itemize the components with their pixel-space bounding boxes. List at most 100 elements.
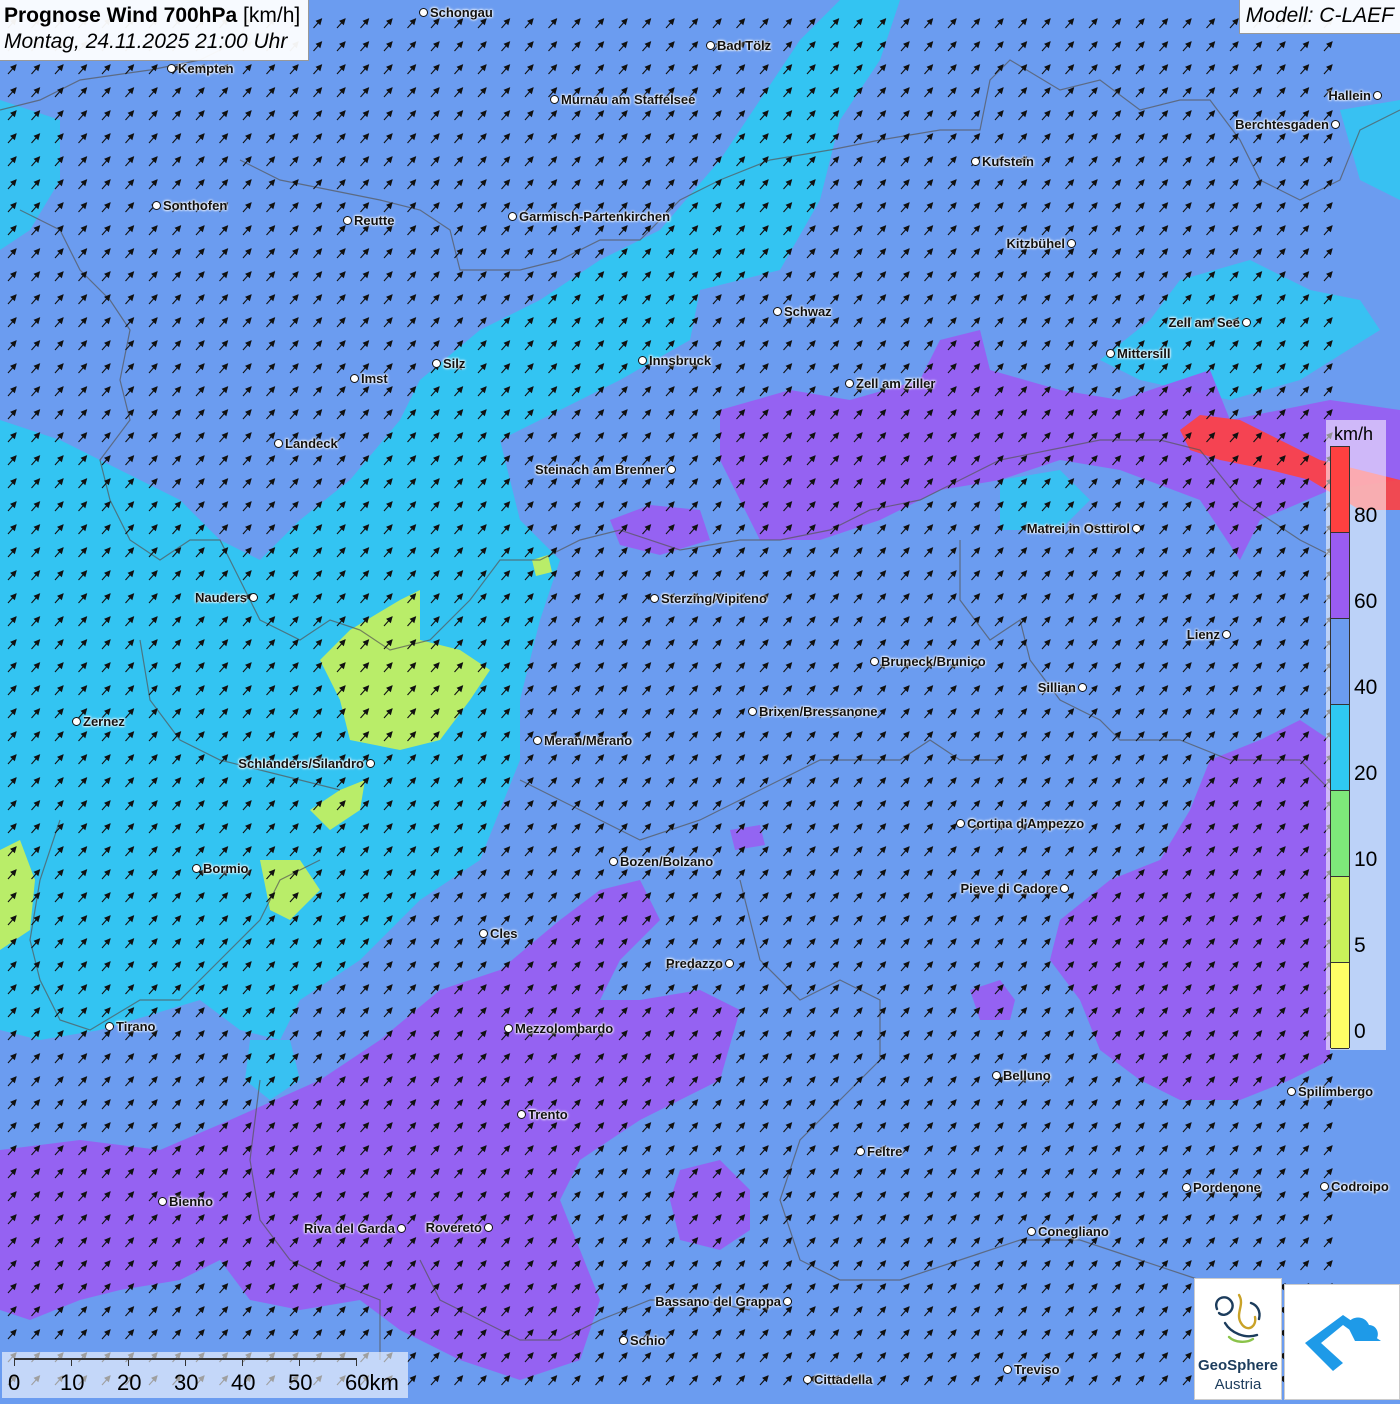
color-legend: km/h 80 60 40 20 10 5 0 bbox=[1326, 420, 1386, 1050]
legend-swatch bbox=[1331, 791, 1349, 877]
geosphere-sub: Austria bbox=[1214, 1376, 1262, 1393]
legend-label: 80 bbox=[1354, 504, 1378, 527]
city-marker-icon bbox=[1331, 120, 1340, 129]
city-label: Rovereto bbox=[424, 1220, 493, 1235]
city-label: Schwaz bbox=[773, 304, 834, 319]
city-marker-icon bbox=[419, 8, 428, 17]
city-marker-icon bbox=[650, 594, 659, 603]
city-name: Sterzing/Vipiteno bbox=[661, 591, 767, 606]
city-marker-icon bbox=[1106, 349, 1115, 358]
city-name: Matrei in Osttirol bbox=[1026, 521, 1130, 536]
legend-label: 10 bbox=[1354, 848, 1378, 871]
city-name: Steinach am Brenner bbox=[534, 462, 665, 477]
city-name: Feltre bbox=[867, 1144, 903, 1159]
city-marker-icon bbox=[992, 1071, 1001, 1080]
scale-label: 40 bbox=[231, 1370, 256, 1395]
city-label: Imst bbox=[350, 371, 390, 386]
legend-label: 20 bbox=[1354, 762, 1378, 785]
city-marker-icon bbox=[550, 95, 559, 104]
city-name: Cittadella bbox=[814, 1372, 873, 1387]
city-name: Sonthofen bbox=[163, 198, 228, 213]
city-marker-icon bbox=[397, 1224, 406, 1233]
city-label: Treviso bbox=[1003, 1362, 1062, 1377]
city-label: Bormio bbox=[192, 861, 251, 876]
city-label: Cles bbox=[479, 926, 519, 941]
city-name: Kitzbühel bbox=[1006, 236, 1066, 251]
city-marker-icon bbox=[479, 929, 488, 938]
city-name: Codroipo bbox=[1331, 1179, 1389, 1194]
city-label: Bienno bbox=[158, 1194, 215, 1209]
city-name: Sillian bbox=[1037, 680, 1076, 695]
city-name: Berchtesgaden bbox=[1235, 117, 1329, 132]
city-marker-icon bbox=[343, 216, 352, 225]
city-label: Kitzbühel bbox=[1005, 236, 1076, 251]
city-marker-icon bbox=[350, 374, 359, 383]
city-label: Matrei in Osttirol bbox=[1025, 521, 1141, 536]
city-label: Conegliano bbox=[1027, 1224, 1111, 1239]
city-marker-icon bbox=[1182, 1183, 1191, 1192]
city-marker-icon bbox=[1060, 884, 1069, 893]
forecast-datetime: Montag, 24.11.2025 21:00 Uhr bbox=[4, 30, 288, 53]
legend-swatch bbox=[1331, 877, 1349, 963]
city-label: Belluno bbox=[992, 1068, 1053, 1083]
city-label: Schongau bbox=[419, 5, 495, 20]
city-marker-icon bbox=[1242, 318, 1251, 327]
scale-tick bbox=[185, 1358, 186, 1366]
city-name: Pordenone bbox=[1193, 1180, 1261, 1195]
city-marker-icon bbox=[803, 1375, 812, 1384]
city-name: Spilimbergo bbox=[1298, 1084, 1374, 1099]
city-marker-icon bbox=[533, 736, 542, 745]
scale-label: 0 bbox=[8, 1370, 21, 1395]
city-marker-icon bbox=[971, 157, 980, 166]
geosphere-icon bbox=[1215, 1293, 1261, 1343]
city-name: Mittersill bbox=[1117, 346, 1171, 361]
city-name: Kempten bbox=[178, 61, 234, 76]
city-label: Predazzo bbox=[664, 956, 734, 971]
city-label: Berchtesgaden bbox=[1233, 117, 1340, 132]
city-name: Zell am Ziller bbox=[856, 376, 936, 391]
city-label: Kempten bbox=[167, 61, 236, 76]
city-name: Nauders bbox=[194, 590, 247, 605]
city-label: Zell am See bbox=[1166, 315, 1251, 330]
legend-label: 0 bbox=[1354, 1020, 1366, 1043]
city-name: Hallein bbox=[1328, 88, 1371, 103]
city-name: Brixen/Bressanone bbox=[759, 704, 878, 719]
city-marker-icon bbox=[856, 1147, 865, 1156]
scale-label: 10 bbox=[60, 1370, 85, 1395]
city-label: Mittersill bbox=[1106, 346, 1172, 361]
city-label: Mezzolombardo bbox=[504, 1021, 615, 1036]
legend-bar bbox=[1330, 446, 1350, 1049]
city-name: Bad Tölz bbox=[717, 38, 772, 53]
city-label: Innsbruck bbox=[638, 353, 713, 368]
scale-tick bbox=[242, 1358, 243, 1366]
city-label: Cortina d'Ampezzo bbox=[956, 816, 1086, 831]
city-marker-icon bbox=[152, 201, 161, 210]
city-name: Imst bbox=[361, 371, 388, 386]
geosphere-logo[interactable]: GeoSphere Austria bbox=[1194, 1278, 1282, 1400]
city-marker-icon bbox=[783, 1297, 792, 1306]
app-logo[interactable] bbox=[1284, 1284, 1400, 1400]
city-marker-icon bbox=[609, 857, 618, 866]
city-label: Schio bbox=[619, 1333, 667, 1348]
city-label: Lienz bbox=[1185, 627, 1231, 642]
legend-swatch bbox=[1331, 533, 1349, 619]
legend-label: 5 bbox=[1354, 934, 1366, 957]
scale-label: 20 bbox=[117, 1370, 142, 1395]
city-label: Reutte bbox=[343, 213, 396, 228]
city-marker-icon bbox=[1078, 683, 1087, 692]
scale-label: 60km bbox=[345, 1370, 399, 1395]
city-label: Trento bbox=[517, 1107, 570, 1122]
legend-swatch bbox=[1331, 705, 1349, 791]
weather-app-icon bbox=[1305, 1315, 1381, 1371]
city-name: Trento bbox=[528, 1107, 568, 1122]
city-marker-icon bbox=[249, 593, 258, 602]
city-marker-icon bbox=[667, 465, 676, 474]
scale-tick bbox=[71, 1358, 72, 1366]
city-marker-icon bbox=[619, 1336, 628, 1345]
title-bold: Prognose Wind 700hPa bbox=[4, 4, 238, 27]
city-name: Rovereto bbox=[425, 1220, 482, 1235]
city-name: Schongau bbox=[430, 5, 493, 20]
city-label: Sterzing/Vipiteno bbox=[650, 591, 769, 606]
city-marker-icon bbox=[1287, 1087, 1296, 1096]
city-marker-icon bbox=[1003, 1365, 1012, 1374]
